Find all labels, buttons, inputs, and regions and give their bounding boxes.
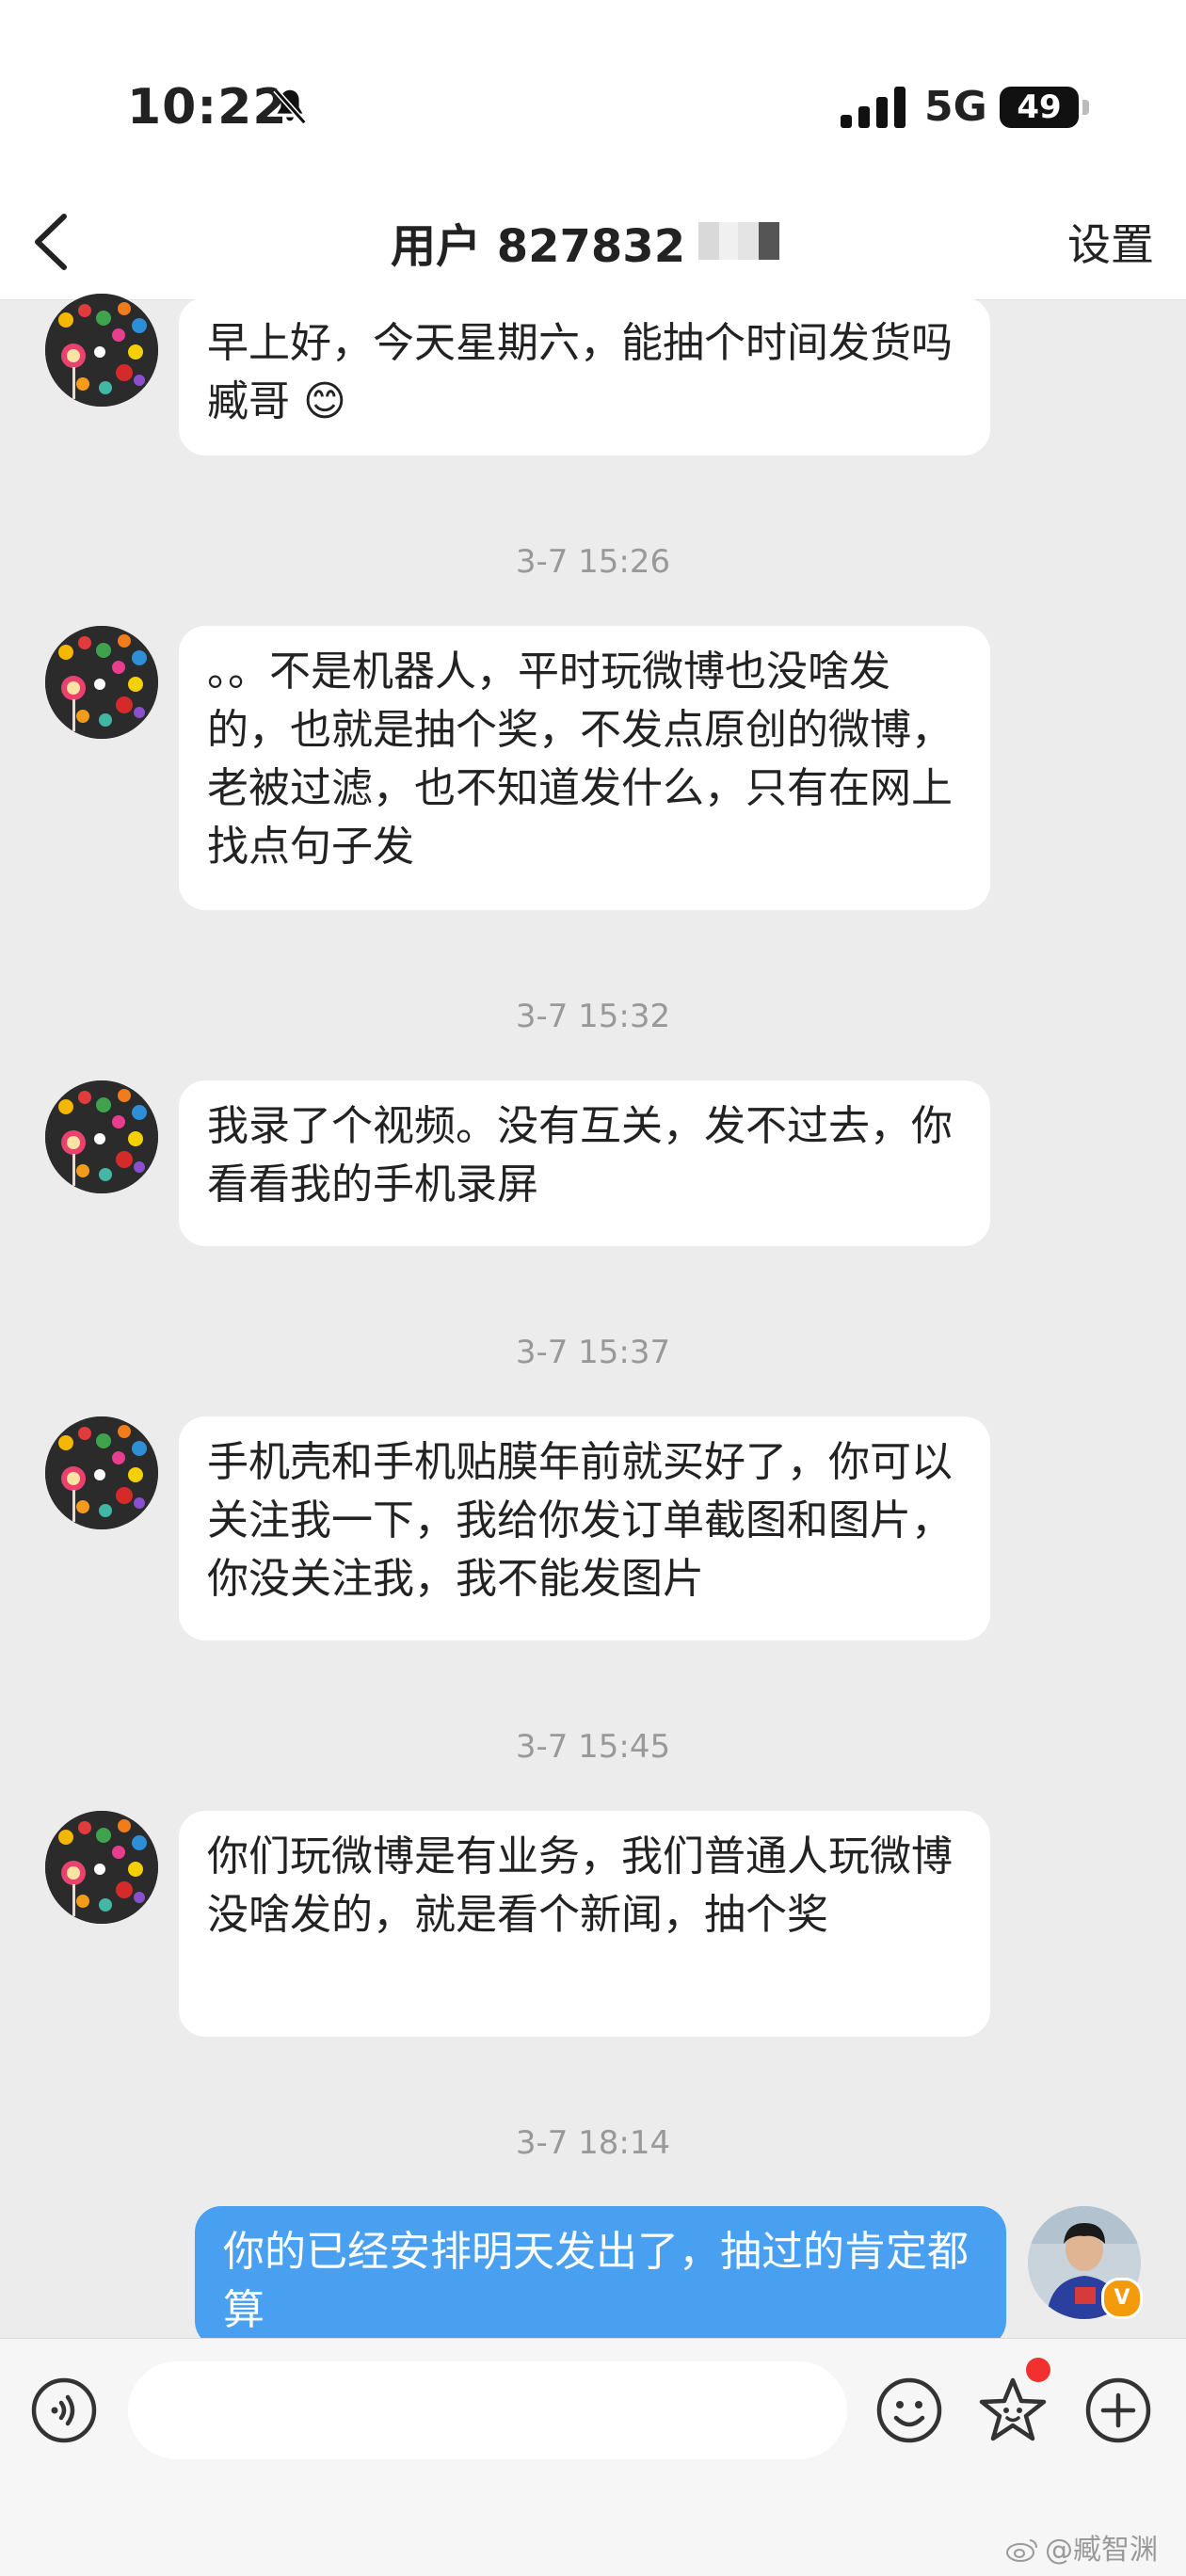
timestamp: 3-7 15:45 [515, 1728, 671, 1766]
contact-avatar[interactable] [45, 1416, 158, 1529]
plus-icon[interactable] [1084, 2376, 1152, 2444]
notification-dot [1026, 2358, 1050, 2382]
bell-off-icon [273, 88, 307, 125]
battery-indicator: 49 [1000, 87, 1090, 128]
status-bar: 10:22 5G 49 [0, 0, 1186, 188]
timestamp: 3-7 15:26 [515, 543, 671, 581]
incoming-message: 你们玩微博是有业务，我们普通人玩微博没啥发的，就是看个新闻，抽个奖 [179, 1811, 990, 2037]
signal-icon [841, 87, 906, 128]
outgoing-message: 你的已经安排明天发出了，抽过的肯定都算 [195, 2206, 1006, 2347]
contact-avatar[interactable] [45, 294, 158, 407]
incoming-message: 早上好，今天星期六，能抽个时间发货吗臧哥 😊 [179, 297, 990, 456]
battery-level: 49 [1000, 87, 1079, 128]
voice-icon[interactable] [30, 2376, 98, 2444]
emoji-icon[interactable] [875, 2376, 943, 2444]
message-text: 。。不是机器人，平时玩微博也没啥发的，也就是抽个奖，不发点原创的微博，老被过滤，… [207, 648, 953, 871]
weibo-logo-icon [1006, 2539, 1037, 2562]
message-text: 手机壳和手机贴膜年前就买好了，你可以关注我一下，我给你发订单截图和图片，你没关注… [207, 1438, 953, 1603]
contact-avatar[interactable] [45, 1811, 158, 1924]
message-text: 你的已经安排明天发出了，抽过的肯定都算 [223, 2228, 969, 2334]
message-text: 你们玩微博是有业务，我们普通人玩微博没啥发的，就是看个新闻，抽个奖 [207, 1832, 953, 1939]
back-icon[interactable] [28, 211, 75, 273]
verified-badge: V [1101, 2278, 1143, 2319]
contact-avatar[interactable] [45, 626, 158, 739]
watermark-text: @臧智渊 [1045, 2534, 1158, 2567]
sticker-star-icon[interactable] [975, 2373, 1050, 2448]
message-input[interactable] [128, 2361, 847, 2459]
settings-button[interactable]: 设置 [1067, 211, 1154, 273]
timestamp: 3-7 15:37 [515, 1334, 671, 1371]
chat-header: 用户 827832 设置 [0, 188, 1186, 300]
status-time: 10:22 [127, 79, 288, 136]
incoming-message: 手机壳和手机贴膜年前就买好了，你可以关注我一下，我给你发订单截图和图片，你没关注… [179, 1416, 990, 1640]
chat-title: 用户 827832 [391, 220, 686, 273]
message-text: 早上好，今天星期六，能抽个时间发货吗臧哥 😊 [207, 319, 953, 425]
network-type: 5G [924, 83, 987, 131]
timestamp: 3-7 18:14 [515, 2124, 671, 2162]
redaction-mosaic [698, 222, 781, 260]
watermark: @臧智渊 [1005, 2526, 1158, 2568]
timestamp: 3-7 15:32 [515, 998, 671, 1035]
incoming-message: 我录了个视频。没有互关，发不过去，你看看我的手机录屏 [179, 1080, 990, 1246]
message-text: 我录了个视频。没有互关，发不过去，你看看我的手机录屏 [207, 1102, 953, 1208]
contact-avatar[interactable] [45, 1080, 158, 1193]
incoming-message: 。。不是机器人，平时玩微博也没啥发的，也就是抽个奖，不发点原创的微博，老被过滤，… [179, 626, 990, 910]
